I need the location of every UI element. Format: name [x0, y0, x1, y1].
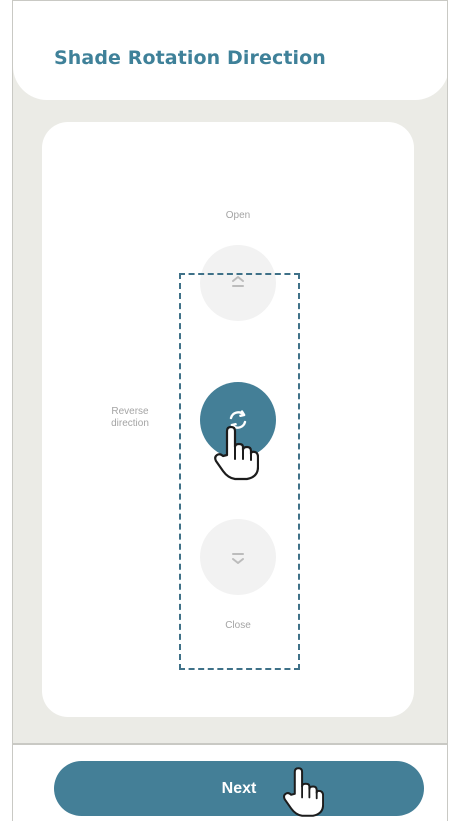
reverse-label-line2: direction [111, 418, 149, 429]
open-button[interactable] [200, 245, 276, 321]
chevrons-up-icon [232, 276, 244, 287]
page-title: Shade Rotation Direction [54, 47, 326, 69]
reverse-direction-button[interactable] [200, 382, 276, 458]
close-button[interactable] [200, 519, 276, 595]
header: Shade Rotation Direction [13, 1, 447, 100]
open-label: Open [225, 210, 251, 221]
chevrons-down-icon [232, 553, 244, 564]
close-label: Close [225, 620, 251, 631]
rotate-icon [229, 410, 247, 430]
reverse-label-line1: Reverse [111, 406, 149, 417]
reverse-direction-label: Reverse direction [100, 406, 160, 430]
next-button[interactable]: Next [54, 761, 424, 816]
